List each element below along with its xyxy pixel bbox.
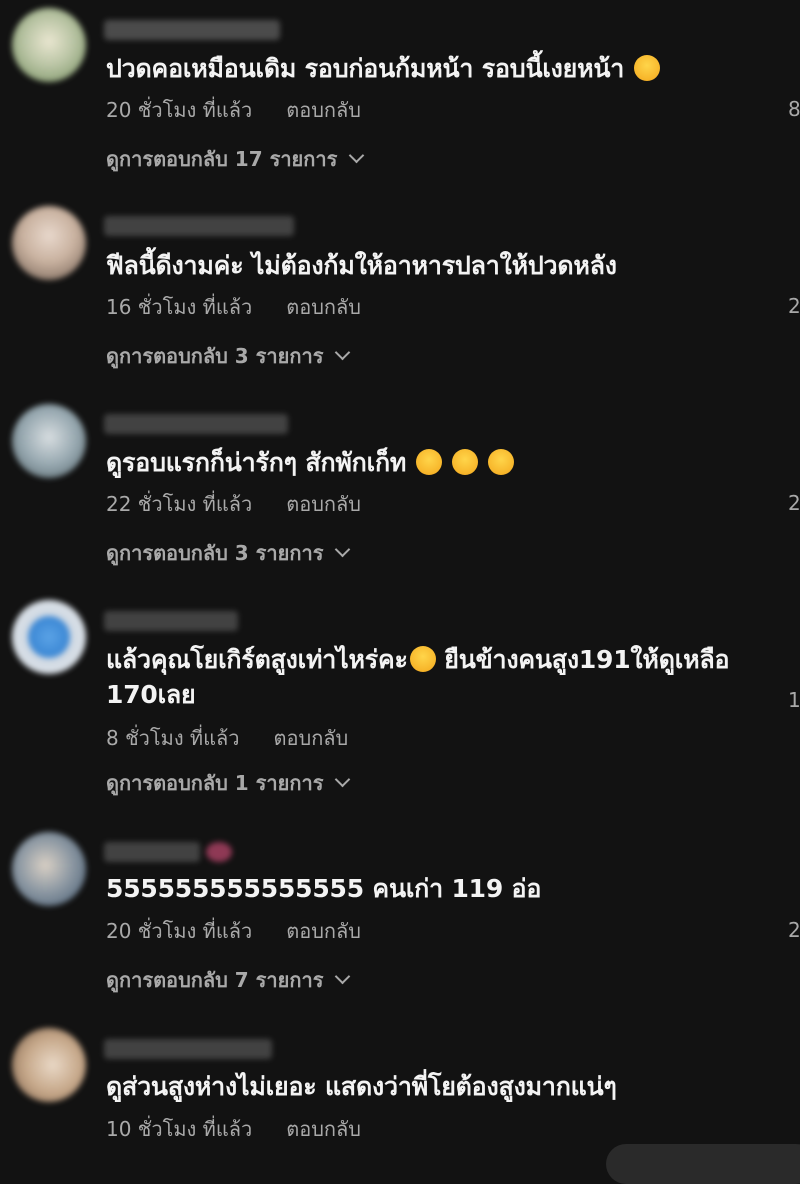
view-replies-button[interactable]: ดูการตอบกลับ 3 รายการ [106,343,351,369]
reply-button[interactable]: ตอบกลับ [286,1117,361,1141]
timestamp: 8 ชั่วโมง ที่แล้ว [106,726,240,750]
comment-text: ดูรอบแรกก็น่ารักๆ สักพักเก็ท [106,446,515,480]
chevron-down-icon [335,968,351,985]
avatar[interactable] [12,1028,86,1102]
like-count: 2 [788,294,800,318]
comment-text: แล้วคุณโยเกิร์ตสูงเท่าไหร่คะ ยืนข้างคนสู… [106,643,730,677]
username[interactable] [104,414,288,434]
reply-button[interactable]: ตอบกลับ [274,726,349,750]
reply-button[interactable]: ตอบกลับ [286,295,361,319]
timestamp: 20 ชั่วโมง ที่แล้ว [106,919,253,943]
timestamp: 20 ชั่วโมง ที่แล้ว [106,98,253,122]
chevron-down-icon [335,541,351,558]
view-replies-button[interactable]: ดูการตอบกลับ 7 รายการ [106,967,351,993]
heart-emoji-icon [206,842,232,862]
chevron-down-icon [335,771,351,788]
comment-meta: 22 ชั่วโมง ที่แล้ว ตอบกลับ [106,491,361,517]
comment-text: ฟีลนี้ดีงามค่ะ ไม่ต้องก้มให้อาหารปลาให้ป… [106,249,617,283]
timestamp: 16 ชั่วโมง ที่แล้ว [106,295,253,319]
avatar[interactable] [12,206,86,280]
laughing-emoji-icon [634,55,661,81]
comment-meta: 8 ชั่วโมง ที่แล้ว ตอบกลับ [106,725,348,751]
view-replies-label: ดูการตอบกลับ 3 รายการ [106,541,324,565]
avatar[interactable] [12,600,86,674]
comment-text: ปวดคอเหมือนเดิม รอบก่อนก้มหน้า รอบนี้เงย… [106,52,661,86]
comment-text-body: ดูรอบแรกก็น่ารักๆ สักพักเก็ท [106,448,407,477]
comment-text: ดูส่วนสูงห่างไม่เยอะ แสดงว่าพี่โยต้องสูง… [106,1070,617,1104]
chevron-down-icon [349,147,365,164]
avatar[interactable] [12,832,86,906]
comment-text-body: ฟีลนี้ดีงามค่ะ ไม่ต้องก้มให้อาหารปลาให้ป… [106,251,617,280]
reply-button[interactable]: ตอบกลับ [286,492,361,516]
timestamp: 22 ชั่วโมง ที่แล้ว [106,492,253,516]
sweat-smile-emoji-icon [452,449,479,475]
username[interactable] [104,611,238,631]
username[interactable] [104,1039,272,1059]
sweat-smile-emoji-icon [416,449,443,475]
avatar[interactable] [12,404,86,478]
reply-button[interactable]: ตอบกลับ [286,98,361,122]
chevron-down-icon [335,344,351,361]
comment-meta: 20 ชั่วโมง ที่แล้ว ตอบกลับ [106,918,361,944]
like-count: 2 [788,491,800,515]
comment-meta: 20 ชั่วโมง ที่แล้ว ตอบกลับ [106,97,361,123]
comment-text-body: ดูส่วนสูงห่างไม่เยอะ แสดงว่าพี่โยต้องสูง… [106,1072,617,1101]
comment-meta: 10 ชั่วโมง ที่แล้ว ตอบกลับ [106,1116,361,1142]
view-replies-label: ดูการตอบกลับ 17 รายการ [106,147,338,171]
comment-text: 555555555555555 คนเก่า 119 อ่อ [106,872,541,906]
avatar[interactable] [12,8,86,82]
like-count: 2 [788,918,800,942]
username[interactable] [104,216,294,236]
like-count: 1 [788,688,800,712]
username[interactable] [104,842,200,862]
view-replies-label: ดูการตอบกลับ 3 รายการ [106,344,324,368]
view-replies-button[interactable]: ดูการตอบกลับ 3 รายการ [106,540,351,566]
scream-emoji-icon [409,646,436,672]
bottom-input-bar[interactable] [606,1144,800,1184]
view-replies-button[interactable]: ดูการตอบกลับ 1 รายการ [106,770,351,796]
sweat-smile-emoji-icon [488,449,515,475]
view-replies-button[interactable]: ดูการตอบกลับ 17 รายการ [106,146,365,172]
reply-button[interactable]: ตอบกลับ [286,919,361,943]
view-replies-label: ดูการตอบกลับ 7 รายการ [106,968,324,992]
comment-text-line-2: 170เลย [106,680,196,709]
timestamp: 10 ชั่วโมง ที่แล้ว [106,1117,253,1141]
comment-text-body: 555555555555555 คนเก่า 119 อ่อ [106,874,542,903]
comment-text-body: ปวดคอเหมือนเดิม รอบก่อนก้มหน้า รอบนี้เงย… [106,54,625,83]
username[interactable] [104,20,280,40]
comment-text-continued: ยืนข้างคนสูง191ให้ดูเหลือ [435,645,730,674]
like-count: 8 [788,97,800,121]
comment-meta: 16 ชั่วโมง ที่แล้ว ตอบกลับ [106,294,361,320]
comment-text-body: แล้วคุณโยเกิร์ตสูงเท่าไหร่คะ [106,645,408,674]
view-replies-label: ดูการตอบกลับ 1 รายการ [106,771,324,795]
